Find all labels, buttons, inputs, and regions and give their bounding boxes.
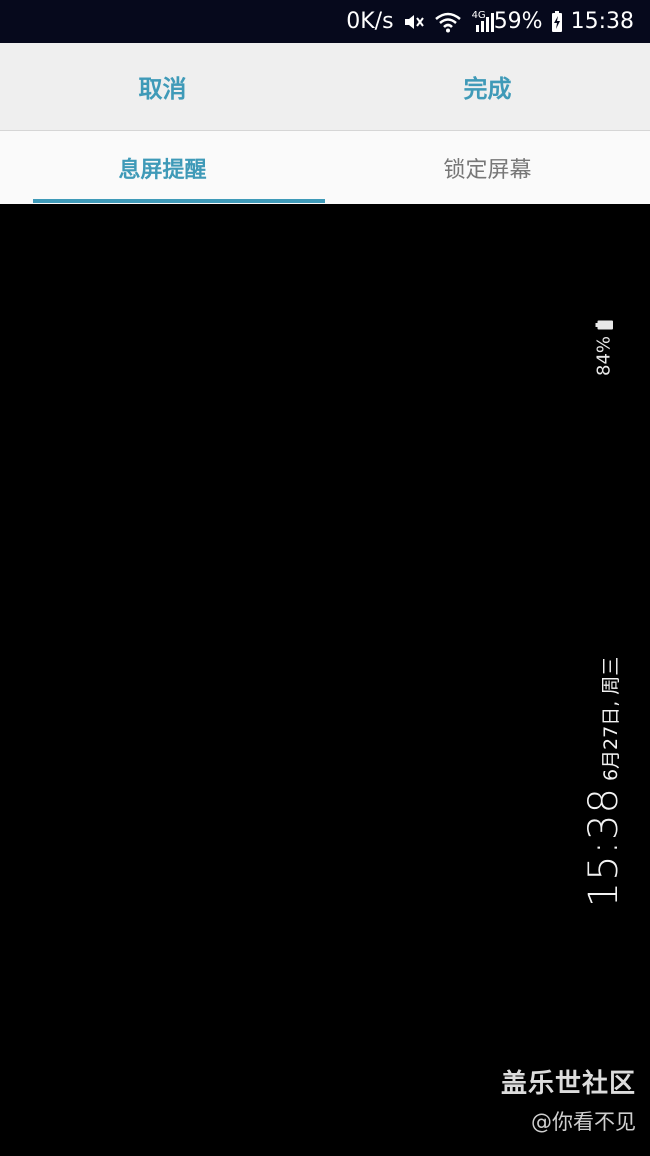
net-speed: 0K/s (346, 9, 394, 34)
aod-date: 6月27日, 周三 (600, 656, 622, 782)
status-bar: 0K/s 4G 59% 15:38 (0, 0, 650, 43)
tab-always-on-display[interactable]: 息屏提醒 (0, 131, 325, 204)
status-time: 15:38 (570, 9, 634, 34)
wifi-icon (434, 11, 462, 33)
aod-battery-percent: 84% (593, 335, 615, 377)
network-type-label: 4G (471, 10, 486, 21)
signal-4g-icon: 4G (470, 10, 494, 33)
battery-charging-icon (551, 10, 563, 33)
tab-lock-screen[interactable]: 锁定屏幕 (325, 131, 650, 204)
aod-battery: 84% (594, 320, 615, 376)
done-button[interactable]: 完成 (325, 43, 650, 130)
battery-percent: 59% (493, 9, 543, 34)
cancel-button[interactable]: 取消 (0, 43, 325, 130)
aod-clock: 15:38 6月27日, 周三 (581, 657, 627, 908)
active-tab-indicator (33, 199, 325, 203)
aod-time: 15:38 (581, 787, 627, 908)
mute-icon (402, 11, 426, 33)
battery-icon (595, 320, 613, 330)
watermark-title: 盖乐世社区 (500, 1069, 636, 1099)
watermark-user: @你看不见 (531, 1110, 636, 1134)
screen: 0K/s 4G 59% 15:38 取消 完成 息屏提醒 锁定屏幕 84% 15… (0, 0, 650, 1156)
action-bar: 取消 完成 (0, 43, 650, 131)
watermark: 盖乐世社区 @你看不见 (501, 1063, 636, 1136)
tab-bar: 息屏提醒 锁定屏幕 (0, 131, 650, 204)
aod-preview (0, 204, 650, 1156)
